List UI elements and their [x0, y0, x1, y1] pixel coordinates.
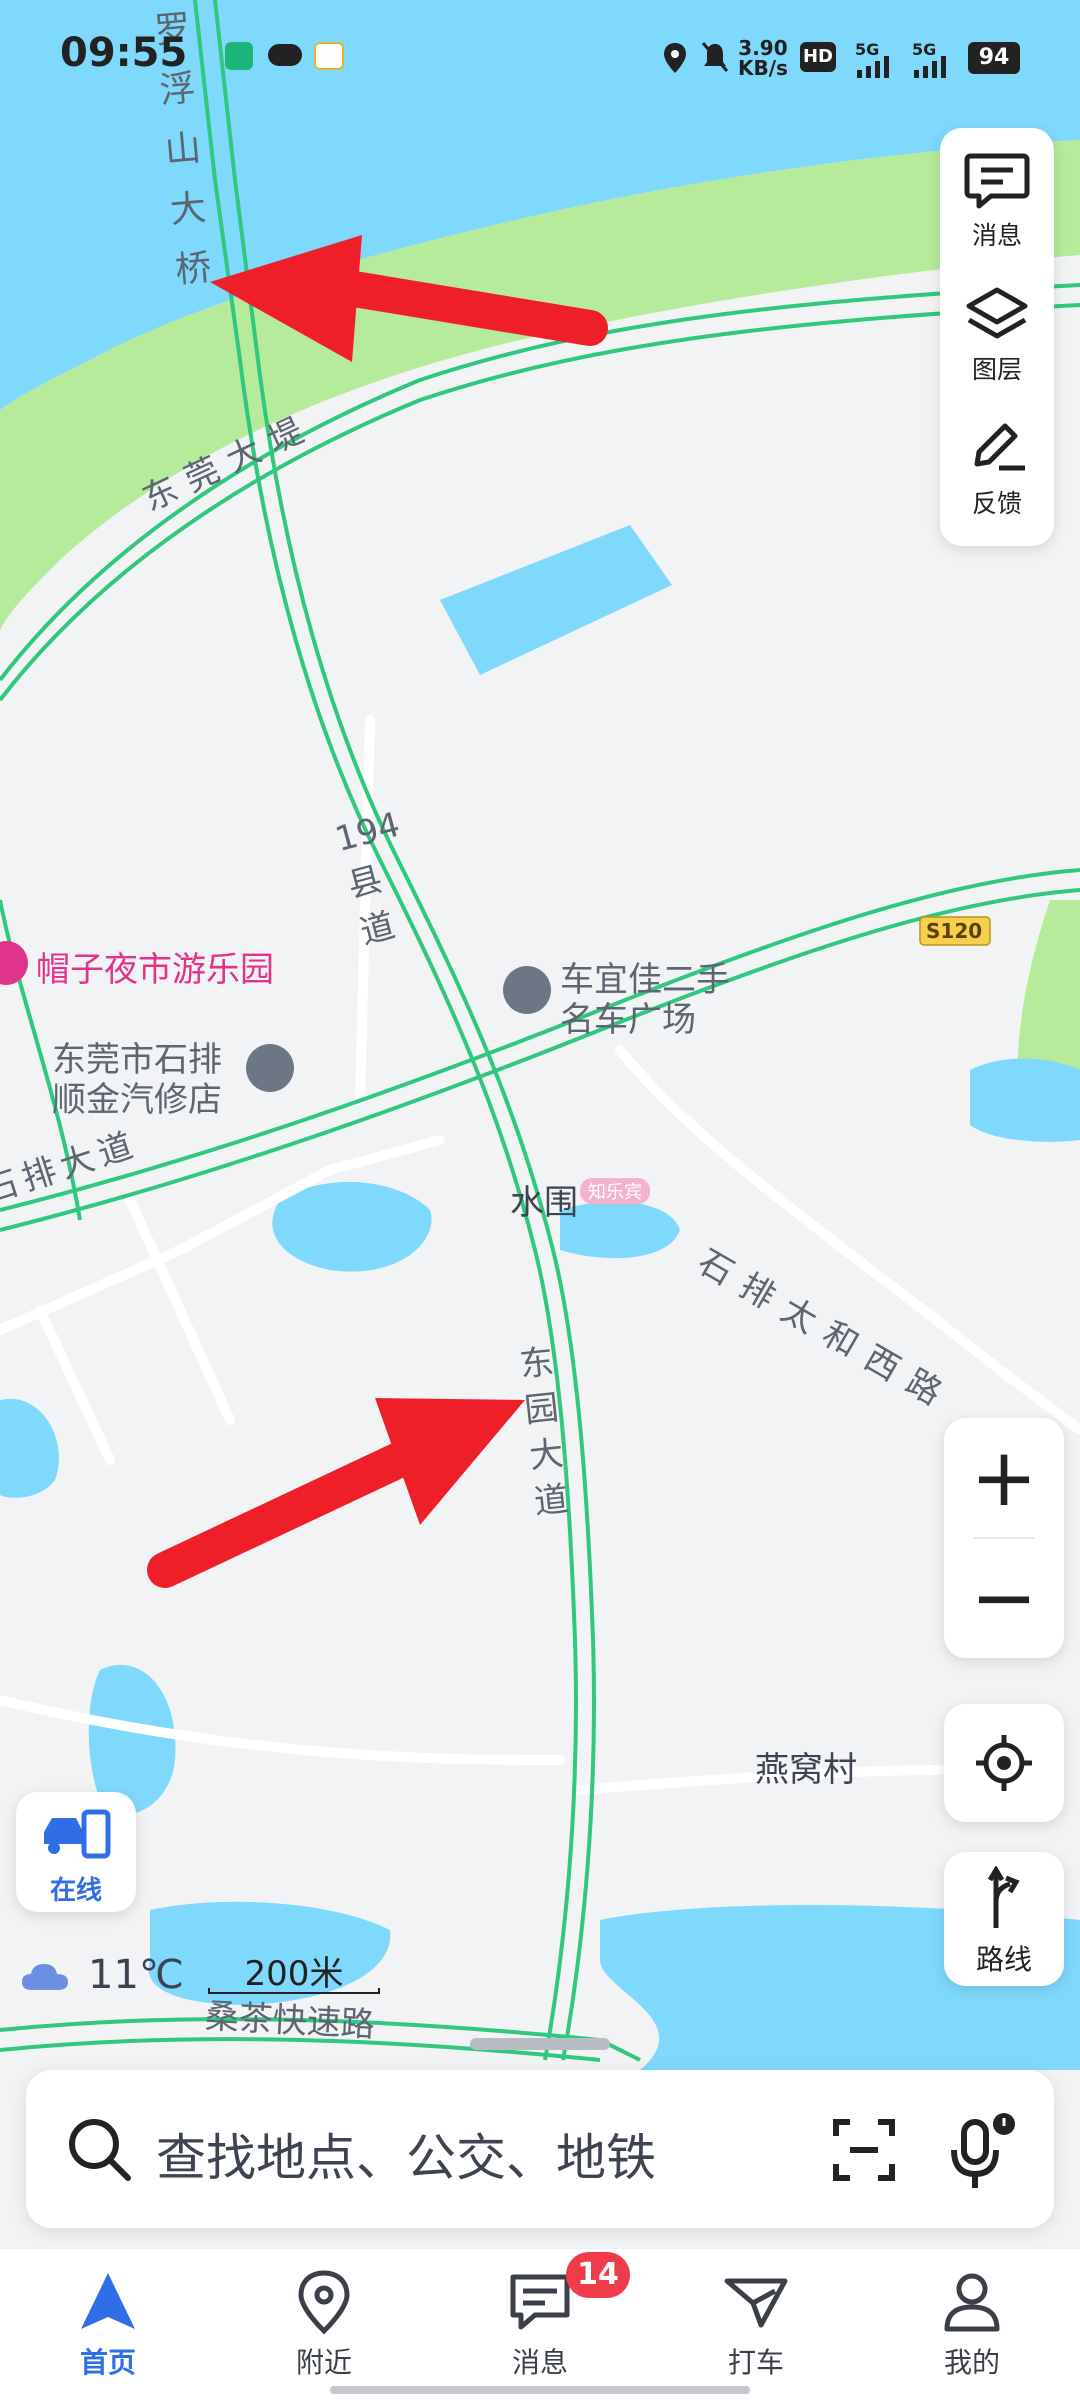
search-icon	[69, 2119, 131, 2181]
zoom-out-button[interactable]: −	[944, 1548, 1064, 1648]
zoom-in-button[interactable]: +	[944, 1428, 1064, 1528]
label-s120: S120	[926, 919, 983, 943]
nav-nearby[interactable]: 附近	[264, 2267, 384, 2381]
label-sangcha: 桑茶快速路	[203, 1996, 376, 2046]
status-bar: 09:55 3.90 KB/s HD 5G 5G 94	[0, 0, 1080, 110]
signal-icon-1	[857, 56, 889, 78]
nav-taxi[interactable]: 打车	[696, 2267, 816, 2381]
search-placeholder: 查找地点、公交、地铁	[156, 2129, 656, 2187]
online-label: 在线	[49, 1876, 102, 1906]
cloud-status-icon	[268, 44, 302, 66]
pen-icon	[974, 423, 1025, 471]
message-icon	[964, 153, 1030, 209]
label-amusement-park: 帽子夜市游乐园	[36, 950, 274, 990]
route-label: 路线	[975, 1943, 1032, 1976]
bottom-nav: 首页 附近 消息 打车 我的	[0, 2248, 1080, 2401]
hd-badge: HD	[800, 42, 836, 72]
scan-icon[interactable]	[832, 2118, 896, 2182]
car-phone-icon	[44, 1809, 111, 1859]
locate-button[interactable]	[944, 1704, 1064, 1822]
signal-icon-2	[914, 56, 946, 78]
label-village: 燕窝村	[755, 1750, 857, 1790]
label-shuiwei: 水围	[510, 1183, 578, 1223]
map-tools-panel: 消息 图层 反馈	[940, 128, 1054, 546]
zoom-panel: + −	[944, 1418, 1064, 1658]
label-zhidong: 知乐宾	[580, 1178, 650, 1204]
nav-mine[interactable]: 我的	[912, 2267, 1032, 2381]
cloud-icon	[22, 1964, 68, 1990]
online-button[interactable]: 在线	[16, 1792, 136, 1912]
search-bar[interactable]: 查找地点、公交、地铁	[26, 2070, 1054, 2228]
chat-icon	[510, 2274, 570, 2330]
scale-bar: 200米	[208, 1946, 380, 1996]
route-button[interactable]: 路线	[944, 1852, 1064, 1986]
user-icon	[944, 2273, 1000, 2332]
messages-tool[interactable]: 消息	[940, 150, 1054, 252]
messages-badge: 14	[566, 2252, 630, 2298]
zoom-divider	[974, 1537, 1034, 1539]
location-icon	[664, 43, 686, 73]
app-icon-2	[314, 42, 344, 70]
layers-icon	[966, 287, 1028, 339]
nav-home[interactable]: 首页	[48, 2267, 168, 2381]
layers-tool[interactable]: 图层	[940, 284, 1054, 386]
battery-level: 94	[968, 42, 1020, 74]
label-repair-2: 顺金汽修店	[52, 1080, 222, 1120]
microphone-icon[interactable]	[950, 2110, 1016, 2190]
status-time: 09:55	[60, 30, 188, 76]
lake-6	[970, 1058, 1080, 1142]
mute-icon	[701, 42, 729, 72]
route-icon	[987, 1866, 1020, 1928]
taxi-icon	[724, 2278, 788, 2328]
sheet-handle[interactable]	[470, 2038, 610, 2050]
app-icon-1	[225, 42, 253, 70]
scale-line	[208, 1988, 380, 1994]
weather-widget: 11℃	[20, 1950, 184, 2000]
temperature: 11℃	[88, 1952, 184, 1998]
home-indicator[interactable]	[330, 2386, 750, 2394]
network-speed: 3.90 KB/s	[738, 36, 788, 80]
pin-icon	[298, 2270, 350, 2335]
label-car-market-2: 名车广场	[560, 1000, 696, 1040]
feedback-tool[interactable]: 反馈	[940, 418, 1054, 520]
home-nav-icon	[81, 2273, 135, 2329]
locate-icon	[976, 1735, 1032, 1791]
